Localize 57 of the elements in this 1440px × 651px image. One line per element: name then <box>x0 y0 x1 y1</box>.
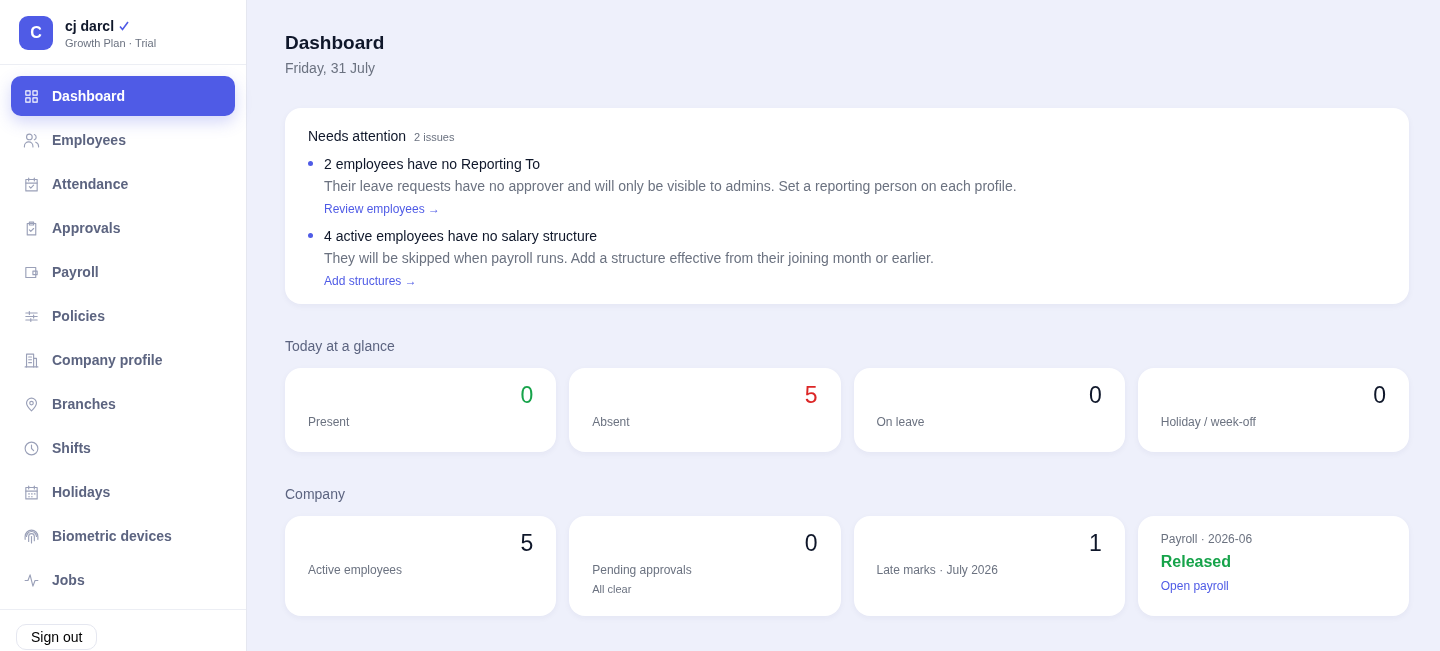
pulse-icon <box>23 571 40 589</box>
bullet-dot <box>308 161 313 166</box>
stat-label: Active employees <box>308 563 403 577</box>
people-icon <box>23 131 40 149</box>
plan-label: Growth Plan · Trial <box>65 36 157 49</box>
nav-item[interactable]: Attendance <box>11 164 235 204</box>
stat-label: Holiday / week-off <box>1160 415 1256 429</box>
stat-label: Present <box>308 415 350 429</box>
page-date: Friday, 31 July <box>285 60 375 76</box>
nav-item[interactable]: Company profile <box>11 340 235 380</box>
nav-item[interactable]: Holidays <box>11 472 235 512</box>
stat-label: Late marks · July 2026 <box>876 563 998 577</box>
issue-link[interactable]: Review employees → <box>324 202 441 216</box>
fingerprint-icon <box>23 527 40 545</box>
issue-title: 2 employees have no Reporting To <box>324 156 541 172</box>
nav-item[interactable]: Policies <box>11 296 235 336</box>
nav-item[interactable]: Dashboard <box>11 76 235 116</box>
issue-description: Their leave requests have no approver and will only be visible to admins. Set a reporting person on each profile. <box>324 178 1017 194</box>
nav-item[interactable]: Approvals <box>11 208 235 248</box>
issue-title: 4 active employees have no salary structure <box>324 228 598 244</box>
stat-note: All clear <box>592 583 632 595</box>
calendar-icon <box>23 483 40 501</box>
stat-value: 5 <box>520 530 534 557</box>
nav-item[interactable]: Jobs <box>11 560 235 600</box>
open-payroll-link[interactable]: Open payroll <box>1160 579 1229 593</box>
nav-item[interactable]: Employees <box>11 120 235 160</box>
bullet-dot <box>308 233 313 238</box>
stat-value: 1 <box>1088 530 1102 557</box>
stat-value: 5 <box>804 382 818 409</box>
stat-value: 0 <box>1373 382 1386 409</box>
stat-caption: Payroll · 2026-06 <box>1160 532 1253 546</box>
clock-icon <box>23 439 40 457</box>
status-text: Released <box>1160 553 1231 571</box>
stat-label: Absent <box>592 415 630 429</box>
stat-value: 0 <box>1088 382 1102 409</box>
issue-link[interactable]: Add structures → <box>324 274 417 288</box>
card-title: Needs attention <box>308 128 407 144</box>
nav-item[interactable]: Shifts <box>11 428 235 468</box>
page-title: Dashboard <box>285 32 386 54</box>
section-title: Today at a glance <box>285 338 396 354</box>
sign-out-button[interactable]: Sign out <box>16 624 98 650</box>
calendar-check-icon <box>23 175 40 193</box>
account-name: cj darcl <box>65 17 115 34</box>
stat-value: 0 <box>804 530 818 557</box>
section-title: Company <box>285 486 346 502</box>
issue-description: They will be skipped when payroll runs. Add a structure effective from their joining month or earlier. <box>324 250 934 266</box>
stat-label: On leave <box>876 415 925 429</box>
stat-label: Pending approvals <box>592 563 692 577</box>
avatar: C <box>19 16 53 50</box>
nav-item[interactable]: Biometric devices <box>11 516 235 556</box>
nav-item[interactable]: Branches <box>11 384 235 424</box>
nav-item[interactable]: Payroll <box>11 252 235 292</box>
location-pin-icon <box>23 395 40 413</box>
stat-value: 0 <box>520 382 534 409</box>
grid-icon <box>23 87 40 105</box>
issue-count: 2 issues <box>414 131 455 143</box>
building-icon <box>23 351 40 369</box>
